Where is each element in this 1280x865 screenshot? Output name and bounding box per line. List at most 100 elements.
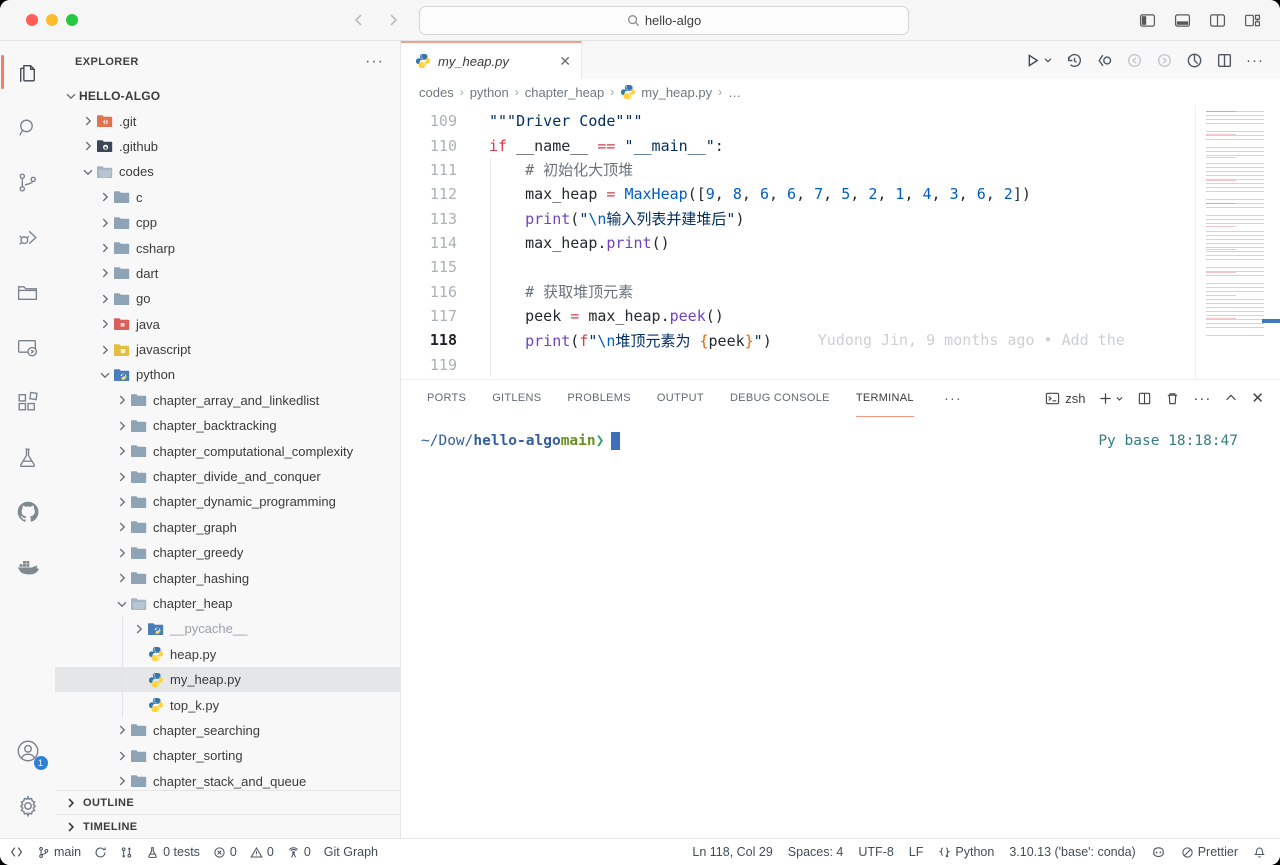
account-activity-icon[interactable]: 1	[4, 728, 52, 774]
docker-activity-icon[interactable]	[4, 544, 52, 590]
tree-item-chapter-stack-and-queue[interactable]: chapter_stack_and_queue	[55, 769, 400, 790]
command-center-search[interactable]: hello-algo	[419, 6, 909, 35]
tree-item-c[interactable]: c	[55, 185, 400, 210]
breadcrumb-item-python[interactable]: python	[470, 85, 509, 100]
new-terminal-icon[interactable]	[1098, 391, 1124, 406]
folder-activity-icon[interactable]	[4, 269, 52, 315]
panel-more-actions-icon[interactable]: ···	[1193, 390, 1211, 407]
code-line-118[interactable]: 118 print(f"\n堆顶元素为 {peek}")Yudong Jin, …	[401, 328, 1196, 352]
nav-back-icon[interactable]	[351, 12, 367, 28]
search-activity-icon[interactable]	[4, 104, 52, 150]
nav-forward-icon[interactable]	[385, 12, 401, 28]
panel-tab-terminal[interactable]: TERMINAL	[856, 380, 914, 417]
status-utf-8[interactable]: UTF-8	[858, 845, 893, 859]
code-line-110[interactable]: 110if __name__ == "__main__":	[401, 133, 1196, 157]
close-panel-icon[interactable]: ✕	[1251, 389, 1264, 407]
settings-activity-icon[interactable]	[4, 783, 52, 829]
tab-close-icon[interactable]: ✕	[559, 53, 571, 70]
tree-item--github[interactable]: .github	[55, 134, 400, 159]
code-line-111[interactable]: 111 # 初始化大顶堆	[401, 158, 1196, 182]
tree-item--pycache-[interactable]: __pycache__	[55, 616, 400, 641]
close-window-button[interactable]	[26, 14, 38, 26]
run-debug-activity-icon[interactable]	[4, 214, 52, 260]
tree-item-java[interactable]: java	[55, 312, 400, 337]
open-changes-icon[interactable]	[1096, 52, 1113, 69]
status-0[interactable]: 0	[287, 845, 311, 859]
github-activity-icon[interactable]	[4, 489, 52, 535]
tree-item-csharp[interactable]: csharp	[55, 235, 400, 260]
tree-item-chapter-computational-complexity[interactable]: chapter_computational_complexity	[55, 438, 400, 463]
status-copilot[interactable]	[1151, 845, 1166, 860]
code-line-109[interactable]: 109"""Driver Code"""	[401, 109, 1196, 133]
tree-item-heap-py[interactable]: heap.py	[55, 642, 400, 667]
gitlens-graph-icon[interactable]	[1186, 52, 1203, 69]
status-spaces-4[interactable]: Spaces: 4	[788, 845, 844, 859]
code-editor[interactable]: 109"""Driver Code"""110if __name__ == "_…	[401, 105, 1280, 379]
editor-more-actions-icon[interactable]: ···	[1246, 52, 1264, 69]
tree-item-chapter-backtracking[interactable]: chapter_backtracking	[55, 413, 400, 438]
extensions-activity-icon[interactable]	[4, 379, 52, 425]
tree-item-go[interactable]: go	[55, 286, 400, 311]
tab-my-heap[interactable]: my_heap.py ✕	[401, 41, 582, 79]
status-0[interactable]: 0	[250, 845, 274, 859]
tree-item-chapter-greedy[interactable]: chapter_greedy	[55, 540, 400, 565]
tree-item-cpp[interactable]: cpp	[55, 210, 400, 235]
tree-item-chapter-divide-and-conquer[interactable]: chapter_divide_and_conquer	[55, 464, 400, 489]
tree-item-dart[interactable]: dart	[55, 261, 400, 286]
breadcrumb-item-my-heap-py[interactable]: my_heap.py	[620, 84, 712, 100]
tree-item-chapter-hashing[interactable]: chapter_hashing	[55, 565, 400, 590]
status-main[interactable]: main	[37, 845, 81, 859]
panel-tab-problems[interactable]: PROBLEMS	[567, 380, 631, 417]
terminal-view[interactable]: ~/Dow/hello-algo main ❯ Py base 18:18:47	[401, 416, 1280, 838]
panel-tab-output[interactable]: OUTPUT	[657, 380, 704, 417]
kill-terminal-icon[interactable]	[1165, 391, 1180, 406]
panel-tab-ports[interactable]: PORTS	[427, 380, 466, 417]
run-python-file-icon[interactable]	[1024, 52, 1053, 69]
tree-item-hello-algo[interactable]: HELLO-ALGO	[55, 83, 400, 108]
code-line-115[interactable]: 115	[401, 255, 1196, 279]
split-terminal-icon[interactable]	[1137, 391, 1152, 406]
tree-item-chapter-heap[interactable]: chapter_heap	[55, 591, 400, 616]
breadcrumb-item-chapter-heap[interactable]: chapter_heap	[525, 85, 605, 100]
explorer-more-actions-icon[interactable]: ···	[365, 53, 384, 71]
code-line-119[interactable]: 119	[401, 352, 1196, 376]
status-3-10-13-base-conda-[interactable]: 3.10.13 ('base': conda)	[1009, 845, 1135, 859]
maximize-panel-icon[interactable]	[1224, 391, 1238, 405]
code-line-112[interactable]: 112 max_heap = MaxHeap([9, 8, 6, 6, 7, 5…	[401, 182, 1196, 206]
panel-more-tabs-icon[interactable]: ···	[944, 390, 962, 407]
customize-layout-icon[interactable]	[1243, 11, 1262, 30]
tree-item-top-k-py[interactable]: top_k.py	[55, 692, 400, 717]
tree-item-python[interactable]: python	[55, 362, 400, 387]
split-editor-icon[interactable]	[1216, 52, 1233, 69]
tree-item-chapter-array-and-linkedlist[interactable]: chapter_array_and_linkedlist	[55, 388, 400, 413]
status-sync[interactable]	[94, 846, 107, 859]
code-line-113[interactable]: 113 print("\n输入列表并建堆后")	[401, 206, 1196, 230]
tree-item-chapter-searching[interactable]: chapter_searching	[55, 718, 400, 743]
status-python[interactable]: Python	[938, 845, 994, 859]
outline-section[interactable]: OUTLINE	[55, 790, 400, 814]
status-remote[interactable]	[10, 845, 24, 859]
status-bell[interactable]	[1253, 846, 1266, 859]
tree-item-chapter-graph[interactable]: chapter_graph	[55, 515, 400, 540]
status-git-graph[interactable]: Git Graph	[324, 845, 378, 859]
split-editor-layout-icon[interactable]	[1208, 11, 1227, 30]
breadcrumb-item-codes[interactable]: codes	[419, 85, 454, 100]
code-line-117[interactable]: 117 peek = max_heap.peek()	[401, 304, 1196, 328]
status-lf[interactable]: LF	[909, 845, 924, 859]
breadcrumb-item--[interactable]: …	[728, 85, 741, 100]
explorer-activity-icon[interactable]	[4, 49, 52, 95]
minimap[interactable]	[1195, 105, 1280, 379]
tree-item-javascript[interactable]: javascript	[55, 337, 400, 362]
toggle-panel-icon[interactable]	[1173, 11, 1192, 30]
status-0[interactable]: 0	[213, 845, 237, 859]
tree-item-chapter-sorting[interactable]: chapter_sorting	[55, 743, 400, 768]
panel-tab-gitlens[interactable]: GITLENS	[492, 380, 541, 417]
code-line-114[interactable]: 114 max_heap.print()	[401, 231, 1196, 255]
tree-item-codes[interactable]: codes	[55, 159, 400, 184]
terminal-shell-item[interactable]: zsh	[1045, 391, 1085, 406]
tree-item-chapter-dynamic-programming[interactable]: chapter_dynamic_programming	[55, 489, 400, 514]
code-line-116[interactable]: 116 # 获取堆顶元素	[401, 279, 1196, 303]
tree-item--git[interactable]: .git	[55, 108, 400, 133]
status-prettier[interactable]: Prettier	[1181, 845, 1238, 859]
minimize-window-button[interactable]	[46, 14, 58, 26]
